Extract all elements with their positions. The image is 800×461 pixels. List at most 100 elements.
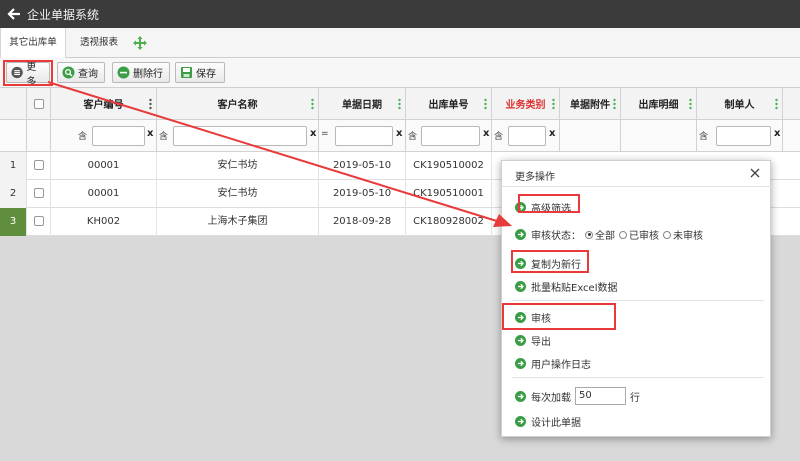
query-button[interactable]: 查询	[57, 62, 105, 83]
back-arrow-icon[interactable]	[7, 7, 21, 21]
filter-equals-label: =	[321, 129, 329, 139]
load-count-input[interactable]: 50	[575, 387, 626, 405]
cell-cust-code[interactable]: KH002	[51, 208, 157, 236]
radio-dot[interactable]	[585, 230, 593, 239]
batch-paste-item[interactable]: 批量粘贴Excel数据	[515, 279, 618, 294]
column-menu-icon[interactable]	[613, 98, 616, 110]
user-log-label: 用户操作日志	[531, 360, 591, 371]
column-menu-icon[interactable]	[775, 98, 778, 110]
filter-clear-icon[interactable]: x	[483, 128, 489, 139]
cell-cust-name[interactable]: 上海木子集团	[157, 208, 319, 236]
delete-row-button[interactable]: 删除行	[112, 62, 170, 83]
filter-contains-label: 含	[408, 132, 418, 142]
load-count-prefix: 每次加载	[531, 392, 571, 404]
column-menu-icon[interactable]	[149, 98, 152, 110]
export-label: 导出	[531, 337, 551, 348]
export-item[interactable]: 导出	[515, 333, 551, 348]
highlight-audit	[502, 303, 616, 330]
cell-cust-code[interactable]: 00001	[51, 180, 157, 208]
header-cust-code[interactable]: 客户编号	[51, 88, 157, 120]
cell-order-no[interactable]: CK190510002	[406, 152, 492, 180]
highlight-advanced-filter	[518, 194, 580, 213]
column-menu-icon[interactable]	[484, 98, 487, 110]
header-detail-label: 出库明细	[638, 100, 679, 111]
row-checkbox[interactable]	[33, 160, 44, 170]
filter-detail	[621, 120, 697, 152]
audit-radio-audited[interactable]: 已审核	[619, 227, 659, 242]
filter-contains-label: 含	[494, 132, 504, 142]
audit-radio-all[interactable]: 全部	[585, 227, 615, 242]
search-icon	[62, 66, 75, 79]
header-creator[interactable]: 制单人	[697, 88, 783, 120]
column-menu-icon[interactable]	[311, 98, 314, 110]
cell-cust-name[interactable]: 安仁书坊	[157, 180, 319, 208]
filter-cust-name-input[interactable]	[173, 126, 307, 146]
tab-bar: 其它出库单 透视报表	[0, 28, 800, 59]
row-checkbox[interactable]	[33, 188, 44, 198]
row-number: 3	[0, 208, 27, 236]
close-icon[interactable]	[750, 168, 760, 178]
row-checkbox-cell[interactable]	[27, 152, 51, 180]
arrow-right-circle-icon	[515, 281, 526, 292]
arrow-right-circle-icon	[515, 358, 526, 369]
cell-cust-code[interactable]: 00001	[51, 152, 157, 180]
design-doc-item[interactable]: 设计此单据	[515, 414, 581, 429]
filter-clear-icon[interactable]: x	[549, 128, 555, 139]
row-checkbox-cell[interactable]	[27, 180, 51, 208]
filter-cust-code-input[interactable]	[92, 126, 145, 146]
cell-date[interactable]: 2018-09-28	[319, 208, 406, 236]
header-creator-label: 制单人	[724, 100, 755, 111]
batch-paste-label: 批量粘贴Excel数据	[531, 283, 618, 294]
header-date[interactable]: 单据日期	[319, 88, 406, 120]
filter-clear-icon[interactable]: x	[774, 128, 780, 139]
radio-dot[interactable]	[619, 230, 627, 239]
filter-creator-input[interactable]	[716, 126, 771, 146]
tab-pivot-report[interactable]: 透视报表	[72, 28, 126, 58]
column-menu-icon[interactable]	[398, 98, 401, 110]
filter-contains-label: 含	[699, 132, 709, 142]
filter-attachment	[560, 120, 621, 152]
header-cust-name[interactable]: 客户名称	[157, 88, 319, 120]
filter-clear-icon[interactable]: x	[147, 128, 153, 139]
header-detail[interactable]: 出库明细	[621, 88, 697, 120]
radio-dot[interactable]	[663, 230, 671, 239]
user-log-item[interactable]: 用户操作日志	[515, 356, 591, 371]
header-date-label: 单据日期	[342, 100, 382, 111]
filter-clear-icon[interactable]: x	[396, 128, 402, 139]
header-select-all[interactable]	[27, 88, 51, 120]
cell-date[interactable]: 2019-05-10	[319, 180, 406, 208]
cell-cust-name[interactable]: 安仁书坊	[157, 152, 319, 180]
filter-rownum	[0, 120, 27, 152]
cell-order-no[interactable]: CK180928002	[406, 208, 492, 236]
audit-radio-unaudited[interactable]: 未审核	[663, 227, 703, 242]
arrow-right-circle-icon	[515, 335, 526, 346]
header-attachment[interactable]: 单据附件	[560, 88, 621, 120]
load-count-suffix: 行	[630, 392, 640, 404]
header-order-no[interactable]: 出库单号	[406, 88, 492, 120]
filter-order-no-input[interactable]	[421, 126, 480, 146]
dialog-header: 更多操作	[502, 161, 772, 187]
audit-radio-audited-label: 已审核	[629, 231, 659, 242]
arrow-right-circle-icon	[515, 416, 526, 427]
cell-order-no[interactable]: CK190510001	[406, 180, 492, 208]
filter-contains-label: 含	[78, 132, 88, 142]
filter-check	[27, 120, 51, 152]
header-biz-type[interactable]: 业务类别	[492, 88, 560, 120]
save-button[interactable]: 保存	[175, 62, 225, 83]
header-biz-type-label: 业务类别	[505, 100, 546, 111]
filter-clear-icon[interactable]: x	[310, 128, 316, 139]
tab-other-outbound[interactable]: 其它出库单	[0, 28, 66, 59]
row-checkbox-cell[interactable]	[27, 208, 51, 236]
row-checkbox[interactable]	[33, 216, 44, 226]
select-all-checkbox[interactable]	[33, 98, 44, 109]
header-rownum	[0, 88, 27, 120]
filter-date-input[interactable]	[335, 126, 393, 146]
minus-circle-icon	[117, 66, 130, 79]
delete-row-button-label: 删除行	[133, 69, 163, 80]
column-menu-icon[interactable]	[689, 98, 692, 110]
column-menu-icon[interactable]	[552, 98, 555, 110]
move-arrows-icon[interactable]	[132, 35, 148, 51]
filter-contains-label: 含	[159, 132, 169, 142]
filter-biz-type-input[interactable]	[508, 126, 546, 146]
cell-date[interactable]: 2019-05-10	[319, 152, 406, 180]
